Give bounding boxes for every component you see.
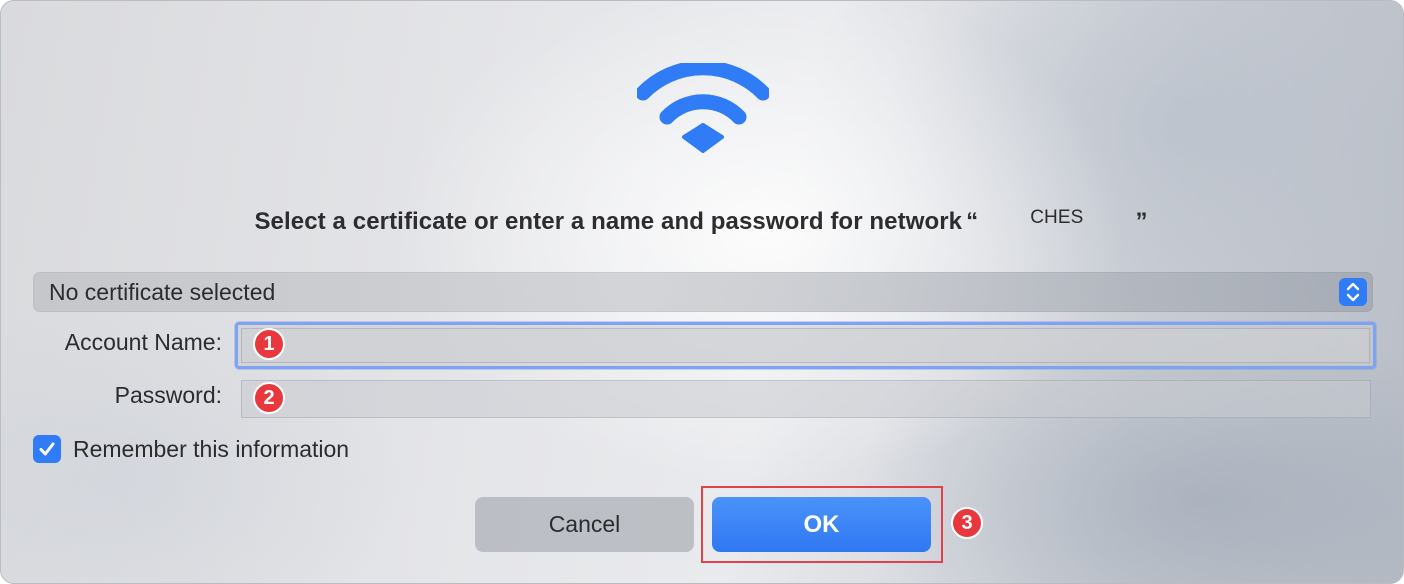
account-name-field[interactable] bbox=[235, 322, 1376, 369]
checkmark-icon bbox=[39, 442, 55, 456]
up-down-chevron-icon[interactable] bbox=[1339, 278, 1367, 306]
network-name: CHES bbox=[1030, 207, 1084, 228]
account-name-label: Account Name: bbox=[64, 329, 222, 355]
close-quote: ” bbox=[1135, 208, 1148, 235]
remember-label[interactable]: Remember this information bbox=[73, 436, 349, 463]
annotation-badge-3: 3 bbox=[951, 507, 983, 539]
open-quote: “ bbox=[966, 208, 979, 235]
annotation-badge-2: 2 bbox=[253, 382, 285, 414]
annotation-badge-1: 1 bbox=[253, 328, 285, 360]
account-name-input[interactable] bbox=[238, 325, 1373, 366]
ok-button[interactable]: OK bbox=[712, 497, 931, 552]
network-auth-dialog: Select a certificate or enter a name and… bbox=[0, 0, 1404, 584]
password-label: Password: bbox=[114, 382, 222, 408]
wifi-icon bbox=[637, 63, 769, 153]
password-input[interactable] bbox=[242, 381, 1370, 417]
certificate-popup[interactable]: No certificate selected bbox=[33, 272, 1373, 312]
dialog-prompt: Select a certificate or enter a name and… bbox=[1, 207, 1403, 236]
remember-checkbox[interactable] bbox=[33, 435, 61, 463]
cancel-button[interactable]: Cancel bbox=[475, 497, 694, 552]
password-field[interactable] bbox=[241, 380, 1371, 418]
prompt-text: Select a certificate or enter a name and… bbox=[254, 208, 963, 235]
certificate-popup-value: No certificate selected bbox=[49, 279, 276, 305]
